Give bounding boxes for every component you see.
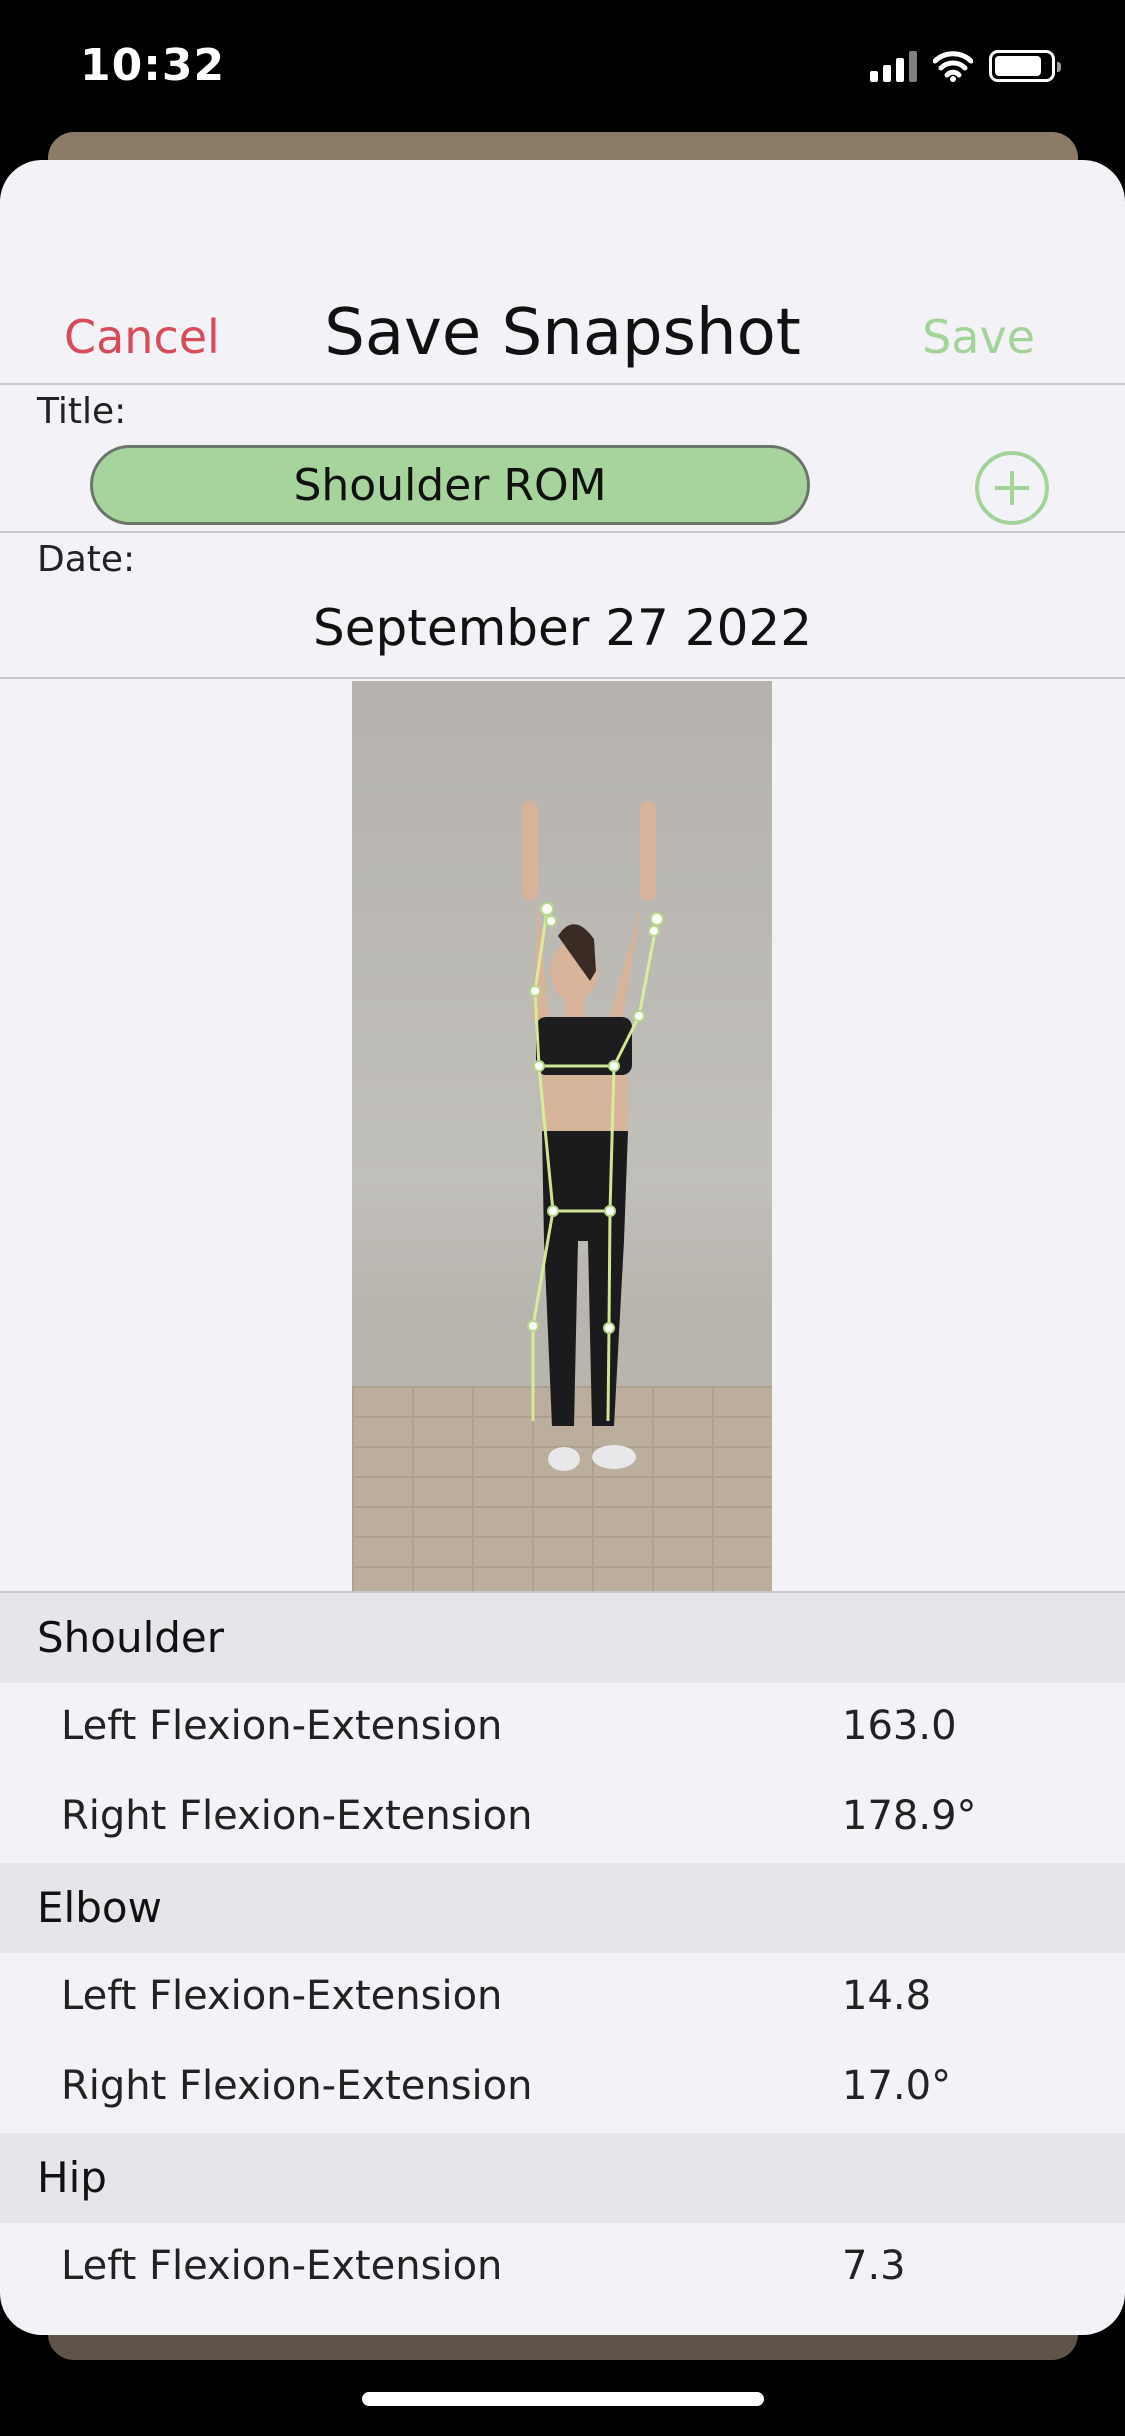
table-row: Right Flexion-Extension 17.0° bbox=[0, 2043, 1125, 2133]
date-label: Date: bbox=[37, 539, 136, 580]
snapshot-photo bbox=[352, 681, 772, 1591]
navigation-bar: Cancel Save Snapshot Save bbox=[0, 160, 1125, 385]
row-value: 163.0 bbox=[842, 1703, 957, 1749]
measurements-table: Shoulder Left Flexion-Extension 163.0 Ri… bbox=[0, 1591, 1125, 2313]
table-row: Left Flexion-Extension 14.8 bbox=[0, 1953, 1125, 2043]
status-time: 10:32 bbox=[80, 40, 226, 91]
person-figure bbox=[522, 801, 656, 1471]
row-value: 14.8 bbox=[842, 1973, 932, 2019]
save-snapshot-sheet: Cancel Save Snapshot Save Title: Shoulde… bbox=[0, 160, 1125, 2335]
date-row: Date: September 27 2022 bbox=[0, 533, 1125, 679]
row-value: 7.3 bbox=[842, 2243, 906, 2289]
date-value[interactable]: September 27 2022 bbox=[0, 599, 1125, 657]
row-label: Left Flexion-Extension bbox=[61, 1703, 503, 1749]
row-label: Left Flexion-Extension bbox=[61, 1973, 503, 2019]
home-indicator[interactable] bbox=[362, 2392, 764, 2406]
table-row: Left Flexion-Extension 7.3 bbox=[0, 2223, 1125, 2313]
row-value: 178.9° bbox=[842, 1793, 977, 1839]
status-icons bbox=[870, 50, 1061, 82]
section-header-hip: Hip bbox=[0, 2133, 1125, 2223]
title-field[interactable]: Shoulder ROM bbox=[90, 445, 810, 525]
row-value: 17.0° bbox=[842, 2063, 952, 2109]
table-row: Left Flexion-Extension 163.0 bbox=[0, 1683, 1125, 1773]
status-bar: 10:32 bbox=[0, 0, 1125, 135]
row-label: Left Flexion-Extension bbox=[61, 2243, 503, 2289]
plus-circle-icon[interactable] bbox=[975, 451, 1049, 525]
battery-icon bbox=[989, 50, 1061, 82]
section-header-elbow: Elbow bbox=[0, 1863, 1125, 1953]
pose-overlay bbox=[522, 801, 664, 1471]
row-label: Right Flexion-Extension bbox=[61, 2063, 533, 2109]
wifi-icon bbox=[933, 51, 973, 82]
title-label: Title: bbox=[37, 391, 127, 432]
row-label: Right Flexion-Extension bbox=[61, 1793, 533, 1839]
section-header-shoulder: Shoulder bbox=[0, 1593, 1125, 1683]
table-row: Right Flexion-Extension 178.9° bbox=[0, 1773, 1125, 1863]
title-row: Title: Shoulder ROM bbox=[0, 385, 1125, 533]
cellular-signal-icon bbox=[870, 50, 917, 82]
save-button[interactable]: Save bbox=[922, 310, 1035, 364]
